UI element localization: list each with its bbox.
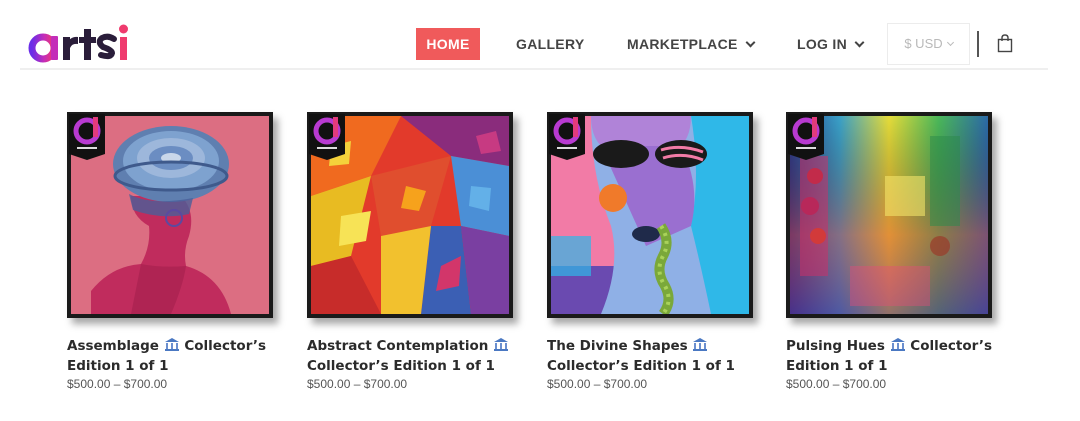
product-title-name: Pulsing Hues bbox=[786, 338, 885, 354]
bank-building-icon bbox=[693, 338, 708, 351]
nav-marketplace[interactable]: MARKETPLACE bbox=[627, 28, 756, 60]
product-title-edition: Collector’s Edition 1 of 1 bbox=[547, 358, 735, 374]
chevron-down-icon bbox=[854, 37, 865, 48]
artwork-frame[interactable] bbox=[547, 112, 753, 318]
nav-gallery[interactable]: GALLERY bbox=[516, 28, 584, 60]
product-title-name: The Divine Shapes bbox=[547, 338, 688, 354]
nav-login-label: LOG IN bbox=[797, 36, 848, 52]
artwork-frame[interactable] bbox=[307, 112, 513, 318]
site-header: HOME GALLERY MARKETPLACE LOG IN $ USD bbox=[0, 0, 1080, 72]
currency-value: $ USD bbox=[904, 36, 943, 51]
product-price: $500.00 – $700.00 bbox=[547, 377, 648, 391]
product-price: $500.00 – $700.00 bbox=[786, 377, 887, 391]
shopping-bag-icon[interactable] bbox=[996, 33, 1014, 53]
product-price: $500.00 – $700.00 bbox=[307, 377, 408, 391]
product-title-name: Abstract Contemplation bbox=[307, 338, 489, 354]
nav-login[interactable]: LOG IN bbox=[797, 28, 865, 60]
product-title[interactable]: Abstract Contemplation Collector’s Editi… bbox=[307, 336, 517, 376]
product-title[interactable]: Pulsing Hues Collector’s Edition 1 of 1 bbox=[786, 336, 996, 376]
product-title-edition: Collector’s Edition 1 of 1 bbox=[307, 358, 495, 374]
bank-building-icon bbox=[164, 338, 179, 351]
header-divider bbox=[977, 31, 979, 57]
nav-home[interactable]: HOME bbox=[416, 28, 480, 60]
product-title[interactable]: Assemblage Collector’s Edition 1 of 1 bbox=[67, 336, 277, 376]
exclusive-badge-icon bbox=[69, 114, 105, 160]
artsi-logo[interactable] bbox=[28, 20, 148, 66]
product-title-name: Assemblage bbox=[67, 338, 159, 354]
nav-marketplace-label: MARKETPLACE bbox=[627, 36, 738, 52]
product-title[interactable]: The Divine Shapes Collector’s Edition 1 … bbox=[547, 336, 757, 376]
bank-building-icon bbox=[494, 338, 509, 351]
product-price: $500.00 – $700.00 bbox=[67, 377, 168, 391]
exclusive-badge-icon bbox=[549, 114, 585, 160]
chevron-down-icon bbox=[745, 37, 756, 48]
currency-select[interactable]: $ USD bbox=[887, 23, 970, 65]
artwork-frame[interactable] bbox=[67, 112, 273, 318]
bank-building-icon bbox=[890, 338, 905, 351]
exclusive-badge-icon bbox=[309, 114, 345, 160]
chevron-down-icon bbox=[946, 38, 954, 47]
artwork-frame[interactable] bbox=[786, 112, 992, 318]
header-rule bbox=[20, 68, 1048, 70]
exclusive-badge-icon bbox=[788, 114, 824, 160]
